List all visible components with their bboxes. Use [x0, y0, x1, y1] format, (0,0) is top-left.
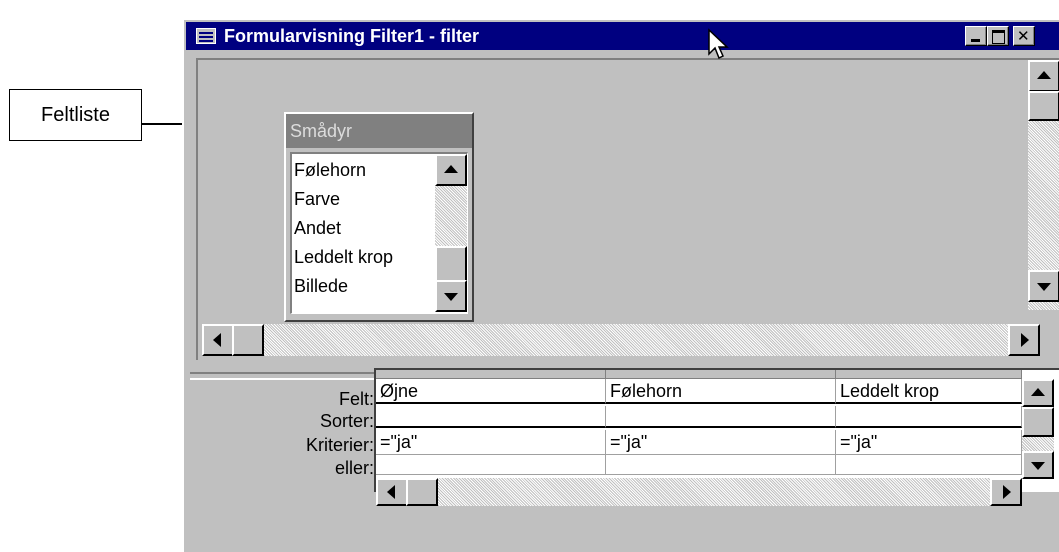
scroll-left-button[interactable] [376, 478, 408, 506]
close-button[interactable] [1013, 26, 1035, 46]
maximize-button[interactable] [987, 26, 1009, 46]
filter-window: Formularvisning Filter1 - filter Smådyr … [182, 18, 1059, 552]
criteria-cell[interactable]: ="ja" [376, 430, 606, 455]
field-list[interactable]: Følehorn Farve Andet Leddelt krop Billed… [290, 152, 468, 314]
column-selector[interactable] [836, 370, 1022, 379]
row-label-criteria: Kriterier: [305, 435, 374, 455]
scroll-down-button[interactable] [1022, 451, 1054, 479]
scroll-thumb[interactable] [1028, 91, 1059, 121]
field-list-window[interactable]: Smådyr Følehorn Farve Andet Leddelt krop… [284, 112, 474, 322]
scroll-thumb[interactable] [406, 478, 438, 506]
column-selector[interactable] [376, 370, 606, 379]
feltliste-callout: Feltliste [9, 89, 142, 141]
scroll-down-button[interactable] [1028, 270, 1059, 302]
field-list-item[interactable]: Følehorn [294, 156, 366, 185]
form-icon[interactable] [196, 28, 216, 44]
grid-vertical-scrollbar[interactable] [1022, 379, 1054, 479]
design-grid: Øjne ="ja" Følehorn ="ja" Leddelt krop =… [374, 368, 1059, 550]
field-list-item[interactable]: Billede [294, 272, 348, 301]
scroll-right-button[interactable] [990, 478, 1022, 506]
row-label-field: Felt: [338, 389, 374, 409]
row-label-sort: Sorter: [319, 411, 374, 431]
scroll-thumb[interactable] [232, 324, 264, 356]
field-list-scrollbar[interactable] [435, 154, 467, 312]
criteria-cell[interactable]: ="ja" [606, 430, 836, 455]
scroll-right-button[interactable] [1008, 324, 1040, 356]
scroll-down-button[interactable] [435, 280, 467, 312]
scroll-left-button[interactable] [202, 324, 234, 356]
or-cell[interactable] [606, 455, 836, 475]
criteria-cell[interactable]: ="ja" [836, 430, 1022, 455]
scroll-thumb[interactable] [435, 246, 467, 282]
minimize-button[interactable] [965, 26, 987, 46]
pane-horizontal-scrollbar[interactable] [202, 324, 1040, 356]
or-cell[interactable] [376, 455, 606, 475]
scroll-up-button[interactable] [1028, 60, 1059, 92]
grid-horizontal-scrollbar[interactable] [376, 478, 1022, 506]
window-title: Formularvisning Filter1 - filter [224, 26, 480, 46]
field-list-title[interactable]: Smådyr [286, 114, 472, 148]
or-cell[interactable] [836, 455, 1022, 475]
scroll-up-button[interactable] [435, 154, 467, 186]
sort-cell[interactable] [836, 406, 1022, 428]
column-selector[interactable] [606, 370, 836, 379]
field-cell[interactable]: Følehorn [606, 379, 836, 404]
row-label-or: eller: [334, 458, 374, 478]
field-list-item[interactable]: Leddelt krop [294, 243, 393, 272]
sort-cell[interactable] [606, 406, 836, 428]
field-list-item[interactable]: Andet [294, 214, 341, 243]
title-bar[interactable]: Formularvisning Filter1 - filter [186, 22, 1059, 50]
field-cell[interactable]: Leddelt krop [836, 379, 1022, 404]
scroll-up-button[interactable] [1022, 379, 1054, 407]
mouse-pointer-icon [708, 28, 729, 60]
sort-cell[interactable] [376, 406, 606, 428]
pane-vertical-scrollbar[interactable] [1028, 60, 1059, 310]
field-cell[interactable]: Øjne [376, 379, 606, 404]
field-list-item[interactable]: Farve [294, 185, 340, 214]
scroll-thumb[interactable] [1022, 407, 1054, 437]
design-grid-cells: Øjne ="ja" Følehorn ="ja" Leddelt krop =… [374, 368, 1059, 506]
table-pane: Smådyr Følehorn Farve Andet Leddelt krop… [196, 58, 1059, 360]
